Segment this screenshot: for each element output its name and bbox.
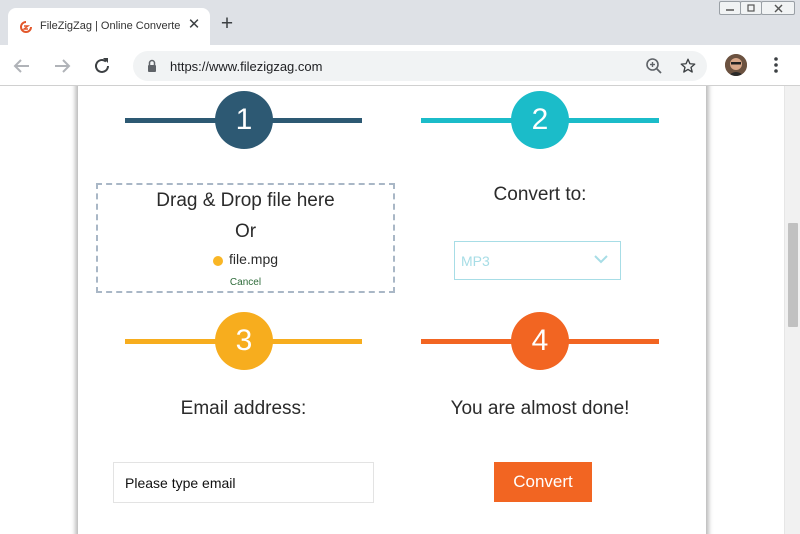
email-label: Email address: — [180, 398, 307, 419]
new-tab-icon[interactable]: + — [216, 13, 238, 36]
maximize-window-button[interactable] — [740, 1, 762, 15]
profile-avatar[interactable] — [725, 54, 747, 76]
back-arrow-icon[interactable] — [10, 54, 34, 78]
email-input[interactable] — [113, 462, 374, 503]
almost-done-label: You are almost done! — [450, 398, 630, 419]
browser-titlebar: FileZigZag | Online Converter, Compress … — [0, 0, 800, 45]
file-status-dot-icon — [213, 256, 223, 266]
step-1-circle: 1 — [215, 91, 273, 149]
step-3-circle: 3 — [215, 312, 273, 370]
page-viewport: 1 2 Drag & Drop file here Or file.mpg Ca… — [0, 86, 784, 534]
dropzone-title: Drag & Drop file here — [156, 190, 335, 211]
tab-title: FileZigZag | Online Converter, Compress — [40, 20, 180, 32]
convert-button[interactable]: Convert — [494, 462, 592, 502]
forward-arrow-icon[interactable] — [50, 54, 74, 78]
close-window-button[interactable] — [761, 1, 795, 15]
selected-file-name: file.mpg — [229, 251, 279, 267]
reload-icon[interactable] — [90, 54, 114, 78]
step-4-circle: 4 — [511, 312, 569, 370]
browser-tab[interactable]: FileZigZag | Online Converter, Compress … — [8, 8, 210, 45]
lock-icon — [148, 59, 156, 72]
kebab-menu-icon[interactable] — [770, 55, 782, 75]
converter-card: 1 2 Drag & Drop file here Or file.mpg Ca… — [78, 86, 706, 534]
tab-close-icon[interactable]: ✕ — [186, 17, 202, 33]
step-2-circle: 2 — [511, 91, 569, 149]
restore-icon — [747, 4, 755, 12]
minimize-icon — [726, 9, 734, 11]
format-select-value: MP3 — [461, 253, 490, 269]
address-bar[interactable]: https://www.filezigzag.com — [133, 51, 707, 81]
cancel-upload-link[interactable]: Cancel — [98, 277, 393, 288]
minimize-window-button[interactable] — [719, 1, 741, 15]
window-close-icon — [774, 4, 783, 13]
zoom-icon[interactable] — [645, 57, 663, 75]
chevron-down-icon — [594, 255, 608, 264]
filezigzag-favicon-icon — [20, 21, 32, 33]
file-dropzone[interactable]: Drag & Drop file here Or file.mpg Cancel — [96, 183, 395, 293]
scrollbar-thumb[interactable] — [788, 223, 798, 327]
bookmark-star-icon[interactable] — [679, 57, 697, 75]
url-text[interactable]: https://www.filezigzag.com — [170, 59, 322, 74]
dropzone-or-text: Or — [234, 221, 257, 242]
convert-to-label: Convert to: — [493, 184, 587, 205]
browser-toolbar: https://www.filezigzag.com — [0, 45, 800, 86]
format-select[interactable]: MP3 — [454, 241, 621, 280]
page-scrollbar[interactable] — [784, 86, 800, 534]
avatar-image — [725, 54, 747, 76]
